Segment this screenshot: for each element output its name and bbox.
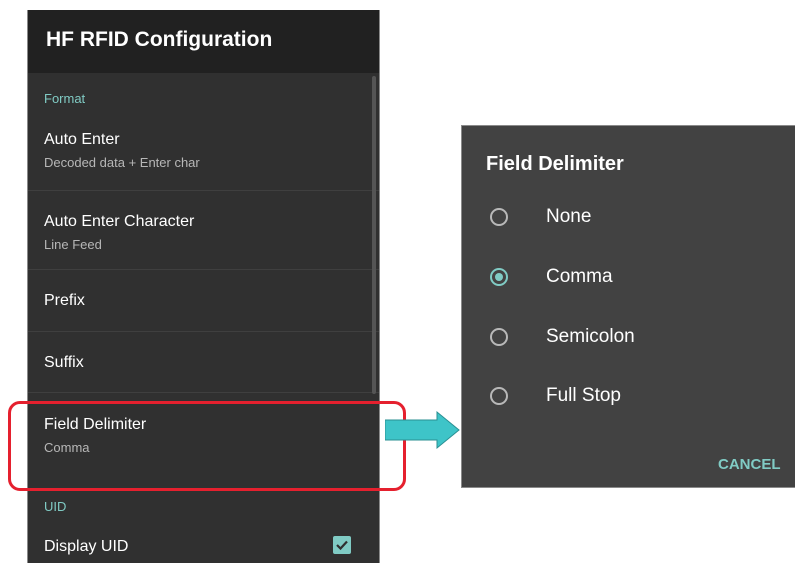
setting-title: Prefix bbox=[44, 292, 85, 309]
option-label: None bbox=[546, 206, 592, 227]
setting-prefix[interactable]: Prefix bbox=[28, 270, 379, 332]
setting-summary: Line Feed bbox=[44, 237, 102, 252]
scrollbar[interactable] bbox=[372, 76, 376, 394]
setting-title: Auto Enter Character bbox=[44, 213, 195, 230]
setting-title: Suffix bbox=[44, 354, 84, 371]
app-bar: HF RFID Configuration bbox=[28, 10, 379, 73]
radio-button[interactable] bbox=[490, 208, 508, 226]
arrow-right-icon bbox=[385, 410, 460, 450]
setting-display-uid[interactable]: Display UID bbox=[28, 520, 379, 563]
page-title: HF RFID Configuration bbox=[46, 28, 273, 51]
setting-title: Display UID bbox=[44, 538, 129, 555]
dialog-title: Field Delimiter bbox=[486, 153, 624, 175]
setting-suffix[interactable]: Suffix bbox=[28, 332, 379, 393]
radio-button[interactable] bbox=[490, 387, 508, 405]
cancel-button[interactable]: CANCEL bbox=[718, 456, 781, 473]
setting-title: Auto Enter bbox=[44, 131, 120, 148]
field-delimiter-dialog: Field Delimiter None Comma Semicolon Ful… bbox=[461, 125, 795, 488]
option-none[interactable]: None bbox=[462, 190, 795, 246]
setting-summary: Decoded data + Enter char bbox=[44, 155, 200, 170]
option-comma[interactable]: Comma bbox=[462, 250, 795, 306]
option-label: Comma bbox=[546, 266, 613, 287]
display-uid-checkbox[interactable] bbox=[333, 536, 351, 554]
option-label: Full Stop bbox=[546, 385, 621, 406]
highlight-frame bbox=[8, 401, 406, 491]
option-label: Semicolon bbox=[546, 326, 635, 347]
section-header-uid: UID bbox=[44, 499, 67, 514]
section-header-format: Format bbox=[44, 91, 86, 106]
setting-auto-enter-character[interactable]: Auto Enter Character Line Feed bbox=[28, 191, 379, 270]
option-full-stop[interactable]: Full Stop bbox=[462, 369, 795, 425]
check-icon bbox=[336, 540, 348, 551]
setting-auto-enter[interactable]: Auto Enter Decoded data + Enter char bbox=[28, 124, 379, 191]
option-semicolon[interactable]: Semicolon bbox=[462, 310, 795, 366]
radio-button-selected[interactable] bbox=[490, 268, 508, 286]
radio-button[interactable] bbox=[490, 328, 508, 346]
